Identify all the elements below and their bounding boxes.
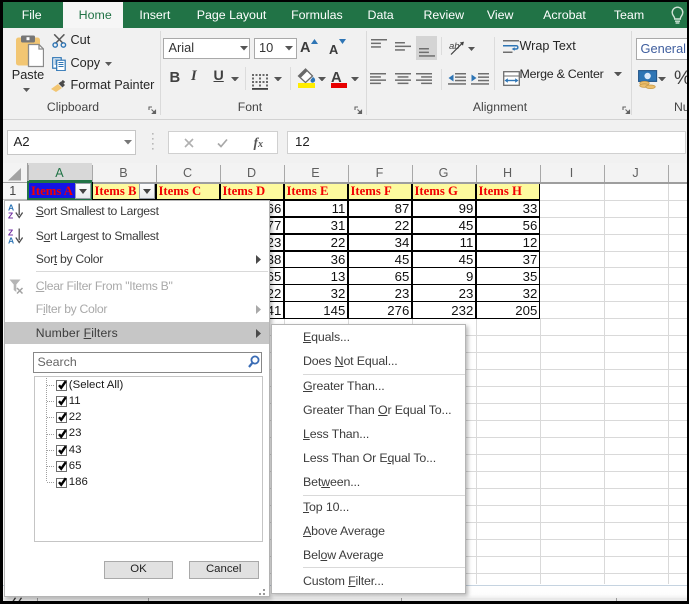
svg-text:ab: ab	[449, 41, 460, 52]
svg-text:Z: Z	[8, 211, 13, 220]
svg-text:A: A	[8, 235, 14, 244]
